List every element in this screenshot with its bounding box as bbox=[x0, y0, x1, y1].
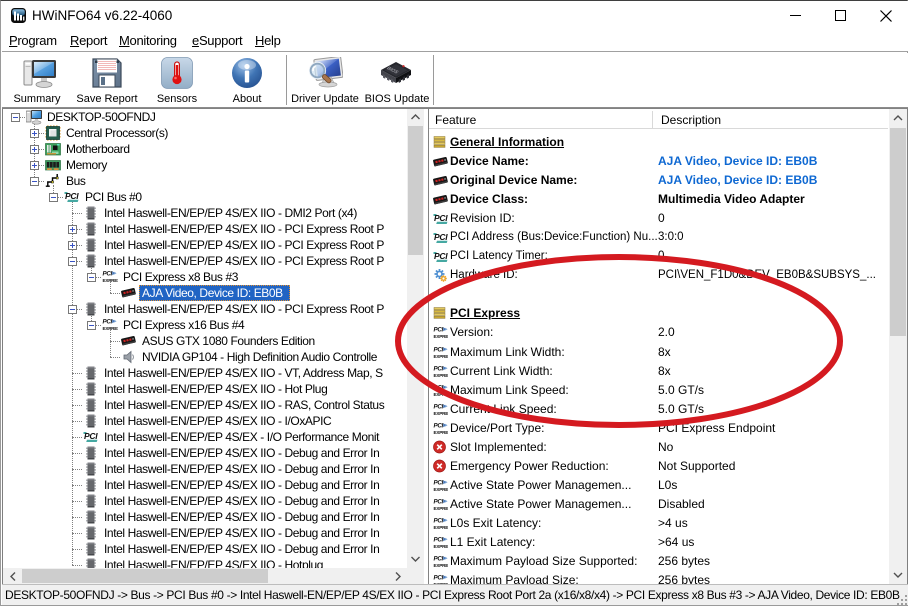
svg-text:EXPRESS: EXPRESS bbox=[434, 373, 449, 378]
svg-text:EXPRESS: EXPRESS bbox=[434, 563, 449, 568]
svg-text:PCI: PCI bbox=[434, 385, 444, 392]
svg-text:EXPRESS: EXPRESS bbox=[434, 487, 449, 492]
svg-text:PCI: PCI bbox=[434, 518, 444, 525]
svg-text:PCI: PCI bbox=[434, 327, 444, 334]
svg-text:PCI: PCI bbox=[434, 213, 448, 223]
svg-text:EXPRESS: EXPRESS bbox=[434, 354, 449, 359]
svg-text:PCI: PCI bbox=[434, 575, 444, 582]
svg-text:PCI: PCI bbox=[434, 480, 444, 487]
svg-text:EXPRESS: EXPRESS bbox=[434, 544, 449, 549]
svg-text:EXPRESS: EXPRESS bbox=[434, 334, 449, 339]
svg-text:PCI: PCI bbox=[103, 319, 113, 326]
svg-text:PCI: PCI bbox=[434, 537, 444, 544]
svg-text:PCI: PCI bbox=[434, 366, 444, 373]
svg-text:PCI: PCI bbox=[434, 423, 444, 430]
svg-text:EXPRESS: EXPRESS bbox=[434, 430, 449, 435]
svg-text:PCI: PCI bbox=[434, 347, 444, 354]
svg-text:EXPRESS: EXPRESS bbox=[103, 326, 119, 331]
svg-text:EXPRESS: EXPRESS bbox=[103, 278, 119, 283]
svg-text:PCI: PCI bbox=[434, 499, 444, 506]
svg-text:PCI: PCI bbox=[434, 232, 448, 242]
svg-text:EXPRESS: EXPRESS bbox=[434, 525, 449, 530]
svg-text:PCI: PCI bbox=[65, 191, 79, 201]
svg-text:PCI: PCI bbox=[434, 251, 448, 261]
svg-text:EXPRESS: EXPRESS bbox=[434, 392, 449, 397]
svg-text:PCI: PCI bbox=[434, 404, 444, 411]
svg-text:EXPRESS: EXPRESS bbox=[434, 506, 449, 511]
svg-text:PCI: PCI bbox=[84, 431, 98, 441]
svg-text:PCI: PCI bbox=[434, 556, 444, 563]
svg-text:EXPRESS: EXPRESS bbox=[434, 411, 449, 416]
svg-text:PCI: PCI bbox=[103, 271, 113, 278]
